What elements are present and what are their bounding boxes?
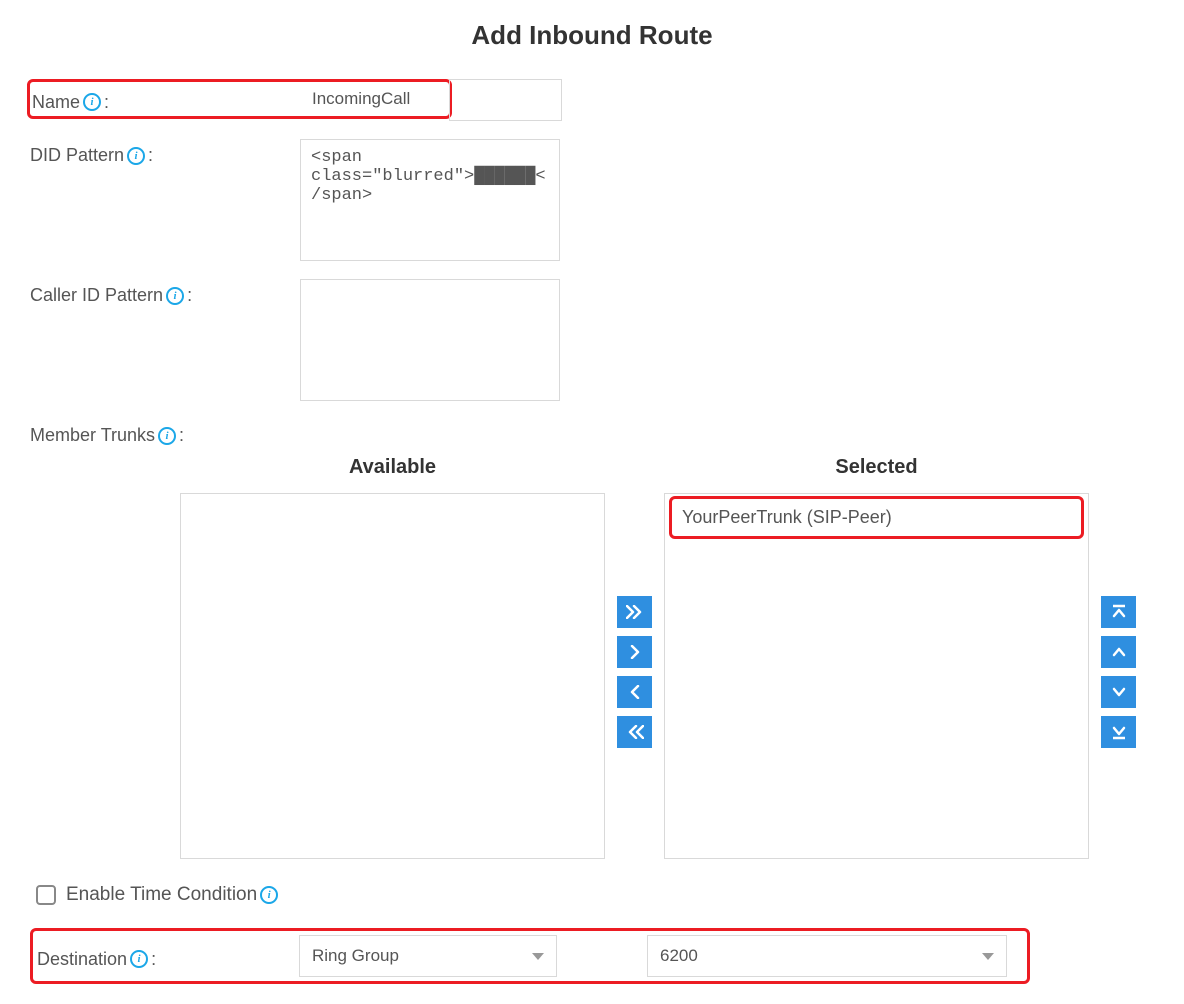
colon: : — [187, 285, 192, 306]
move-all-left-button[interactable] — [617, 716, 652, 748]
destination-target-value: 6200 — [660, 946, 698, 966]
move-buttons — [617, 596, 652, 748]
time-condition-label-text: Enable Time Condition — [66, 884, 257, 906]
enable-time-condition-label: Enable Time Condition i — [66, 884, 281, 906]
destination-label: Destination — [37, 949, 127, 970]
destination-target-select[interactable]: 6200 — [647, 935, 1007, 977]
available-header: Available — [349, 456, 436, 479]
move-down-button[interactable] — [1101, 676, 1136, 708]
move-right-button[interactable] — [617, 636, 652, 668]
move-all-right-button[interactable] — [617, 596, 652, 628]
name-input[interactable] — [302, 84, 447, 114]
colon: : — [151, 949, 156, 970]
chevron-down-icon — [532, 953, 544, 960]
cid-label: Caller ID Pattern — [30, 285, 163, 306]
page-title: Add Inbound Route — [30, 20, 1154, 51]
chevron-down-icon — [982, 953, 994, 960]
colon: : — [148, 145, 153, 166]
info-icon[interactable]: i — [158, 427, 176, 445]
info-icon[interactable]: i — [130, 950, 148, 968]
name-label: Name — [32, 92, 80, 113]
did-pattern-input[interactable]: <span class="blurred">██████</span> — [300, 139, 560, 261]
member-trunks-label: Member Trunks — [30, 425, 155, 446]
move-bottom-button[interactable] — [1101, 716, 1136, 748]
did-label-wrap: DID Pattern i : — [30, 139, 300, 166]
did-label: DID Pattern — [30, 145, 124, 166]
move-top-button[interactable] — [1101, 596, 1136, 628]
info-icon[interactable]: i — [166, 287, 184, 305]
info-icon[interactable]: i — [83, 93, 101, 111]
colon: : — [179, 425, 184, 446]
info-icon[interactable]: i — [127, 147, 145, 165]
selected-listbox[interactable]: YourPeerTrunk (SIP-Peer) — [664, 493, 1089, 859]
name-input-tail[interactable] — [449, 79, 562, 121]
colon: : — [104, 92, 109, 113]
member-trunks-label-wrap: Member Trunks i : — [30, 419, 300, 446]
name-label-wrap: Name i : — [32, 86, 302, 113]
available-listbox[interactable] — [180, 493, 605, 859]
reorder-buttons — [1101, 596, 1136, 748]
selected-header: Selected — [835, 456, 917, 479]
move-up-button[interactable] — [1101, 636, 1136, 668]
destination-row: Destination i : Ring Group 6200 — [30, 928, 1030, 984]
cid-pattern-input[interactable] — [300, 279, 560, 401]
list-item[interactable]: YourPeerTrunk (SIP-Peer) — [676, 503, 1077, 532]
enable-time-condition-checkbox[interactable] — [36, 885, 56, 905]
destination-type-select[interactable]: Ring Group — [299, 935, 557, 977]
info-icon[interactable]: i — [260, 886, 278, 904]
member-trunks-transfer: Available Selected YourPeerTrunk (SIP-Pe… — [180, 456, 1154, 859]
move-left-button[interactable] — [617, 676, 652, 708]
destination-type-value: Ring Group — [312, 946, 399, 966]
cid-label-wrap: Caller ID Pattern i : — [30, 279, 300, 306]
destination-label-wrap: Destination i : — [37, 943, 299, 970]
